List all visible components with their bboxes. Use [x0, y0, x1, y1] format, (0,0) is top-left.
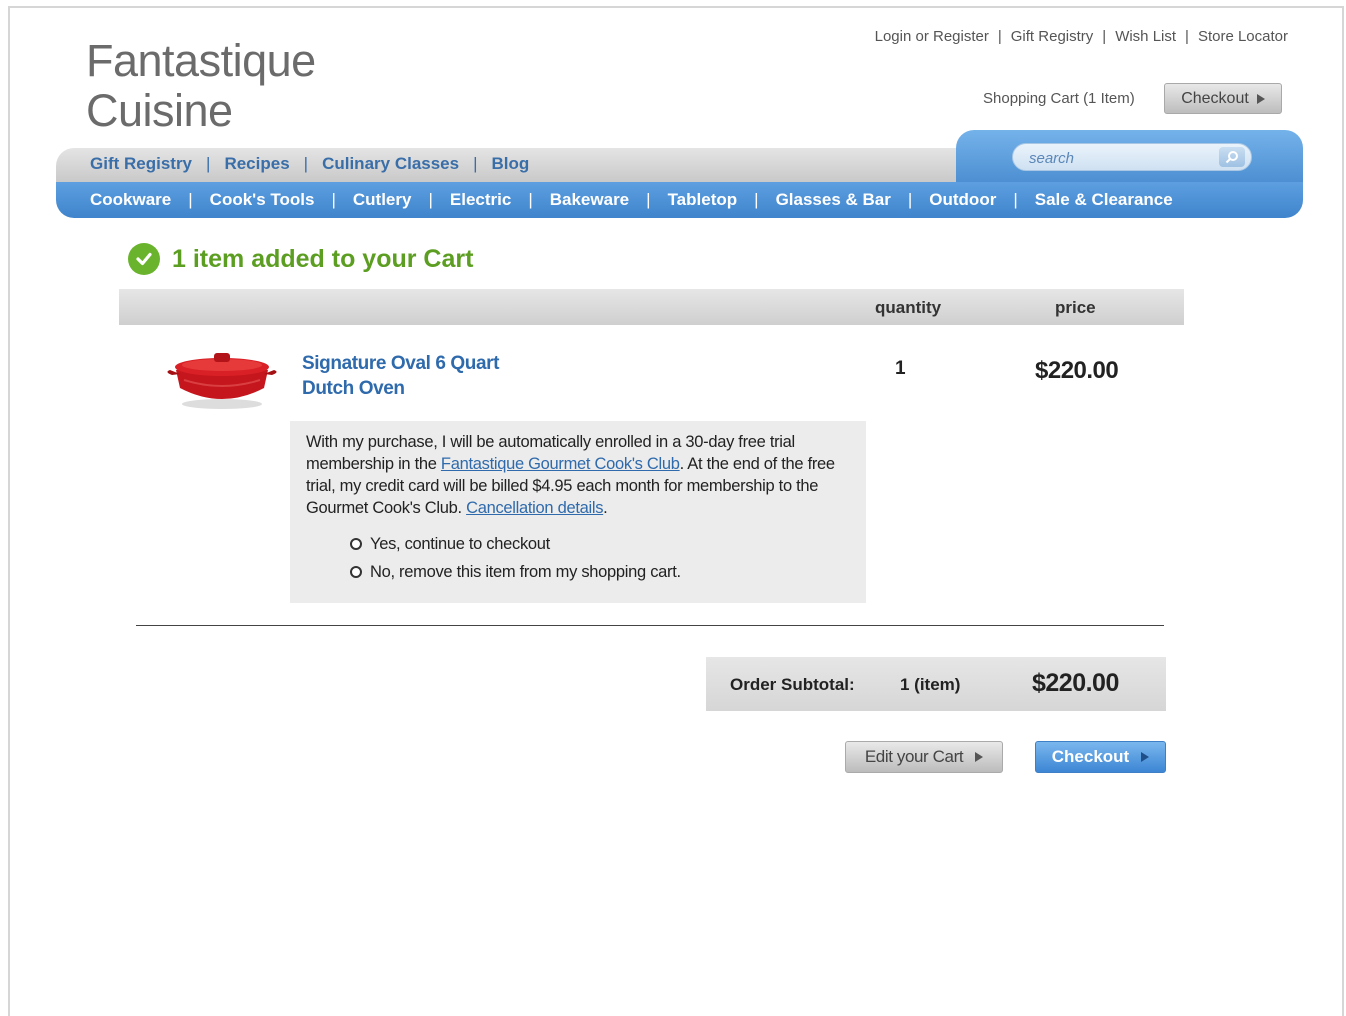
nav-cooks-tools[interactable]: Cook's Tools — [210, 190, 315, 210]
separator: | — [1013, 190, 1018, 209]
option-yes-label[interactable]: Yes, continue to checkout — [370, 533, 550, 555]
arrow-right-icon — [1141, 752, 1150, 762]
logo-line-1: Fantastique — [86, 35, 316, 86]
logo-line-2: Cuisine — [86, 85, 233, 136]
checkmark-icon — [128, 243, 160, 275]
separator: | — [646, 190, 651, 209]
separator: | — [1185, 28, 1189, 45]
membership-offer-box: With my purchase, I will be automaticall… — [290, 421, 866, 603]
separator: | — [754, 190, 759, 209]
membership-text-3: . — [603, 499, 608, 517]
added-to-cart-message: 1 item added to your Cart — [128, 243, 473, 275]
login-register-link[interactable]: Login or Register — [875, 28, 989, 45]
gift-registry-link[interactable]: Gift Registry — [1011, 28, 1094, 45]
nav-blog[interactable]: Blog — [492, 154, 530, 174]
membership-text: With my purchase, I will be automaticall… — [306, 431, 850, 519]
nav-bakeware[interactable]: Bakeware — [550, 190, 629, 210]
separator: | — [1102, 28, 1107, 45]
option-yes-row[interactable]: Yes, continue to checkout — [350, 533, 850, 555]
cancellation-details-link[interactable]: Cancellation details — [466, 499, 603, 517]
option-no-radio[interactable] — [350, 566, 362, 578]
separator: | — [428, 190, 433, 209]
edit-cart-button[interactable]: Edit your Cart — [845, 741, 1003, 773]
subtotal-label: Order Subtotal: — [730, 675, 855, 694]
search-button[interactable] — [1219, 147, 1245, 167]
cooks-club-link[interactable]: Fantastique Gourmet Cook's Club — [441, 455, 680, 473]
separator: | — [303, 154, 309, 173]
nav-electric[interactable]: Electric — [450, 190, 511, 210]
separator: | — [997, 28, 1002, 45]
site-logo[interactable]: Fantastique Cuisine — [86, 36, 316, 136]
nav-recipes[interactable]: Recipes — [224, 154, 289, 174]
option-yes-radio[interactable] — [350, 538, 362, 550]
price-header: price — [1055, 298, 1096, 317]
quantity-header: quantity — [875, 298, 942, 317]
option-no-row[interactable]: No, remove this item from my shopping ca… — [350, 561, 850, 583]
nav-outdoor[interactable]: Outdoor — [929, 190, 996, 210]
product-price: $220.00 — [1035, 357, 1119, 384]
checkout-label: Checkout — [1051, 747, 1130, 766]
separator: | — [331, 190, 336, 209]
store-locator-link[interactable]: Store Locator — [1198, 28, 1288, 45]
subtotal-amount: $220.00 — [1032, 669, 1119, 697]
nav-gift-registry[interactable]: Gift Registry — [90, 154, 192, 174]
shopping-cart-link[interactable]: Shopping Cart (1 Item) — [983, 90, 1135, 107]
search-icon — [1225, 151, 1238, 164]
header-checkout-button[interactable]: Checkout — [1164, 83, 1282, 114]
nav-cutlery[interactable]: Cutlery — [353, 190, 412, 210]
secondary-nav: Gift Registry | Recipes | Culinary Class… — [90, 154, 529, 174]
checkout-button[interactable]: Checkout — [1035, 741, 1166, 773]
option-no-label[interactable]: No, remove this item from my shopping ca… — [370, 561, 681, 583]
nav-culinary-classes[interactable]: Culinary Classes — [322, 154, 459, 174]
nav-sale-clearance[interactable]: Sale & Clearance — [1035, 190, 1173, 210]
utility-links: Login or Register | Gift Registry | Wish… — [875, 28, 1288, 45]
arrow-right-icon — [975, 752, 984, 762]
nav-tabletop[interactable]: Tabletop — [668, 190, 738, 210]
separator: | — [206, 154, 211, 173]
order-subtotal-box: Order Subtotal: 1 (item) $220.00 — [706, 657, 1166, 711]
cart-table-header: quantity price — [119, 289, 1184, 325]
separator: | — [188, 190, 193, 209]
edit-cart-label: Edit your Cart — [864, 747, 964, 766]
subtotal-item-count: 1 (item) — [900, 675, 961, 694]
wish-list-link[interactable]: Wish List — [1115, 28, 1176, 45]
category-nav: Cookware | Cook's Tools | Cutlery | Elec… — [90, 190, 1173, 210]
search-box — [1012, 143, 1252, 171]
header-checkout-label: Checkout — [1181, 89, 1249, 107]
divider — [136, 625, 1164, 626]
arrow-right-icon — [1256, 93, 1265, 104]
separator: | — [473, 154, 478, 173]
separator: | — [907, 190, 913, 209]
nav-cookware[interactable]: Cookware — [90, 190, 171, 210]
added-message-text: 1 item added to your Cart — [172, 244, 474, 273]
product-name-link[interactable]: Signature Oval 6 Quart Dutch Oven — [302, 351, 542, 401]
nav-glasses-bar[interactable]: Glasses & Bar — [776, 190, 891, 210]
dutch-oven-image[interactable] — [160, 348, 284, 415]
search-input[interactable] — [1027, 147, 1211, 169]
separator: | — [528, 190, 533, 209]
product-quantity: 1 — [895, 358, 906, 379]
